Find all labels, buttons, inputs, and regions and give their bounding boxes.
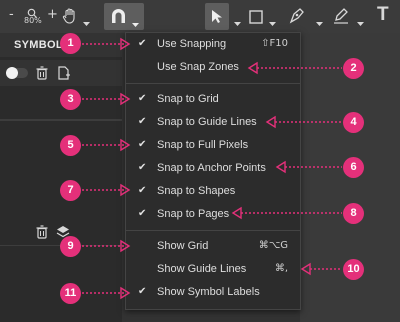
callout-badge: 5	[60, 135, 81, 156]
callout-badge: 3	[60, 89, 81, 110]
callout-badge: 10	[343, 259, 364, 280]
callout-badge: 8	[343, 203, 364, 224]
callout-badge: 11	[60, 283, 81, 304]
callout-badge: 9	[60, 236, 81, 257]
callout-arrows	[82, 37, 342, 300]
callout-badge: 7	[60, 180, 81, 201]
callout-badge: 4	[343, 112, 364, 133]
callout-badge: 6	[343, 157, 364, 178]
callout-badge: 1	[60, 33, 81, 54]
callout-badge: 2	[343, 58, 364, 79]
